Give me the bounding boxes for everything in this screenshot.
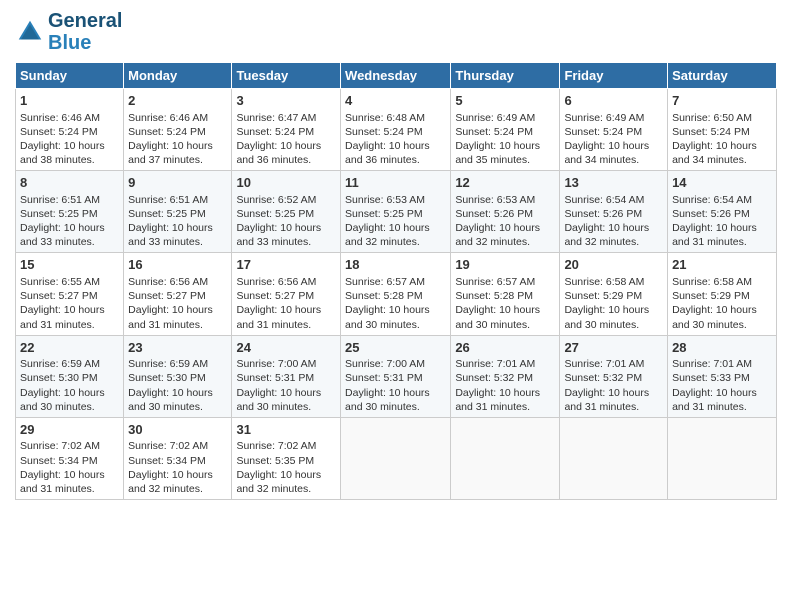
- day-number: 12: [455, 174, 555, 192]
- day-number: 3: [236, 92, 336, 110]
- col-header-wednesday: Wednesday: [341, 63, 451, 89]
- calendar-cell: 3Sunrise: 6:47 AMSunset: 5:24 PMDaylight…: [232, 89, 341, 171]
- day-number: 10: [236, 174, 336, 192]
- day-number: 7: [672, 92, 772, 110]
- calendar-cell: 1Sunrise: 6:46 AMSunset: 5:24 PMDaylight…: [16, 89, 124, 171]
- calendar-cell: 5Sunrise: 6:49 AMSunset: 5:24 PMDaylight…: [451, 89, 560, 171]
- calendar-cell: 18Sunrise: 6:57 AMSunset: 5:28 PMDayligh…: [341, 253, 451, 335]
- calendar-table: SundayMondayTuesdayWednesdayThursdayFrid…: [15, 62, 777, 500]
- day-number: 6: [564, 92, 663, 110]
- calendar-cell: 20Sunrise: 6:58 AMSunset: 5:29 PMDayligh…: [560, 253, 668, 335]
- day-number: 31: [236, 421, 336, 439]
- day-number: 1: [20, 92, 119, 110]
- calendar-cell: [560, 417, 668, 499]
- col-header-saturday: Saturday: [668, 63, 777, 89]
- day-number: 17: [236, 256, 336, 274]
- col-header-sunday: Sunday: [16, 63, 124, 89]
- col-header-friday: Friday: [560, 63, 668, 89]
- day-number: 2: [128, 92, 227, 110]
- day-number: 27: [564, 339, 663, 357]
- calendar-cell: 26Sunrise: 7:01 AMSunset: 5:32 PMDayligh…: [451, 335, 560, 417]
- calendar-cell: 6Sunrise: 6:49 AMSunset: 5:24 PMDaylight…: [560, 89, 668, 171]
- calendar-cell: 14Sunrise: 6:54 AMSunset: 5:26 PMDayligh…: [668, 171, 777, 253]
- calendar-cell: 11Sunrise: 6:53 AMSunset: 5:25 PMDayligh…: [341, 171, 451, 253]
- logo-text-line2: Blue: [48, 32, 122, 54]
- calendar-cell: 25Sunrise: 7:00 AMSunset: 5:31 PMDayligh…: [341, 335, 451, 417]
- day-number: 14: [672, 174, 772, 192]
- day-number: 9: [128, 174, 227, 192]
- day-number: 20: [564, 256, 663, 274]
- calendar-cell: 15Sunrise: 6:55 AMSunset: 5:27 PMDayligh…: [16, 253, 124, 335]
- calendar-cell: [668, 417, 777, 499]
- day-number: 25: [345, 339, 446, 357]
- day-number: 29: [20, 421, 119, 439]
- calendar-cell: 22Sunrise: 6:59 AMSunset: 5:30 PMDayligh…: [16, 335, 124, 417]
- day-number: 4: [345, 92, 446, 110]
- calendar-cell: 12Sunrise: 6:53 AMSunset: 5:26 PMDayligh…: [451, 171, 560, 253]
- col-header-monday: Monday: [124, 63, 232, 89]
- day-number: 15: [20, 256, 119, 274]
- calendar-cell: 4Sunrise: 6:48 AMSunset: 5:24 PMDaylight…: [341, 89, 451, 171]
- calendar-cell: 21Sunrise: 6:58 AMSunset: 5:29 PMDayligh…: [668, 253, 777, 335]
- calendar-cell: [451, 417, 560, 499]
- day-number: 16: [128, 256, 227, 274]
- day-number: 5: [455, 92, 555, 110]
- calendar-cell: 31Sunrise: 7:02 AMSunset: 5:35 PMDayligh…: [232, 417, 341, 499]
- day-number: 21: [672, 256, 772, 274]
- logo: General Blue: [15, 10, 122, 54]
- col-header-thursday: Thursday: [451, 63, 560, 89]
- calendar-cell: 9Sunrise: 6:51 AMSunset: 5:25 PMDaylight…: [124, 171, 232, 253]
- day-number: 23: [128, 339, 227, 357]
- calendar-cell: 30Sunrise: 7:02 AMSunset: 5:34 PMDayligh…: [124, 417, 232, 499]
- day-number: 19: [455, 256, 555, 274]
- calendar-cell: 2Sunrise: 6:46 AMSunset: 5:24 PMDaylight…: [124, 89, 232, 171]
- calendar-cell: 27Sunrise: 7:01 AMSunset: 5:32 PMDayligh…: [560, 335, 668, 417]
- calendar-cell: 8Sunrise: 6:51 AMSunset: 5:25 PMDaylight…: [16, 171, 124, 253]
- calendar-cell: 13Sunrise: 6:54 AMSunset: 5:26 PMDayligh…: [560, 171, 668, 253]
- day-number: 11: [345, 174, 446, 192]
- col-header-tuesday: Tuesday: [232, 63, 341, 89]
- calendar-cell: 29Sunrise: 7:02 AMSunset: 5:34 PMDayligh…: [16, 417, 124, 499]
- day-number: 13: [564, 174, 663, 192]
- day-number: 22: [20, 339, 119, 357]
- day-number: 18: [345, 256, 446, 274]
- calendar-header-row: SundayMondayTuesdayWednesdayThursdayFrid…: [16, 63, 777, 89]
- logo-icon: [15, 17, 45, 47]
- header: General Blue: [15, 10, 777, 54]
- calendar-cell: 17Sunrise: 6:56 AMSunset: 5:27 PMDayligh…: [232, 253, 341, 335]
- day-number: 30: [128, 421, 227, 439]
- calendar-cell: [341, 417, 451, 499]
- day-number: 24: [236, 339, 336, 357]
- calendar-cell: 7Sunrise: 6:50 AMSunset: 5:24 PMDaylight…: [668, 89, 777, 171]
- calendar-cell: 24Sunrise: 7:00 AMSunset: 5:31 PMDayligh…: [232, 335, 341, 417]
- calendar-cell: 19Sunrise: 6:57 AMSunset: 5:28 PMDayligh…: [451, 253, 560, 335]
- calendar-cell: 28Sunrise: 7:01 AMSunset: 5:33 PMDayligh…: [668, 335, 777, 417]
- calendar-cell: 10Sunrise: 6:52 AMSunset: 5:25 PMDayligh…: [232, 171, 341, 253]
- day-number: 28: [672, 339, 772, 357]
- logo-text-line1: General: [48, 10, 122, 32]
- day-number: 26: [455, 339, 555, 357]
- calendar-cell: 16Sunrise: 6:56 AMSunset: 5:27 PMDayligh…: [124, 253, 232, 335]
- calendar-cell: 23Sunrise: 6:59 AMSunset: 5:30 PMDayligh…: [124, 335, 232, 417]
- page-container: General Blue SundayMondayTuesdayWednesda…: [0, 0, 792, 510]
- day-number: 8: [20, 174, 119, 192]
